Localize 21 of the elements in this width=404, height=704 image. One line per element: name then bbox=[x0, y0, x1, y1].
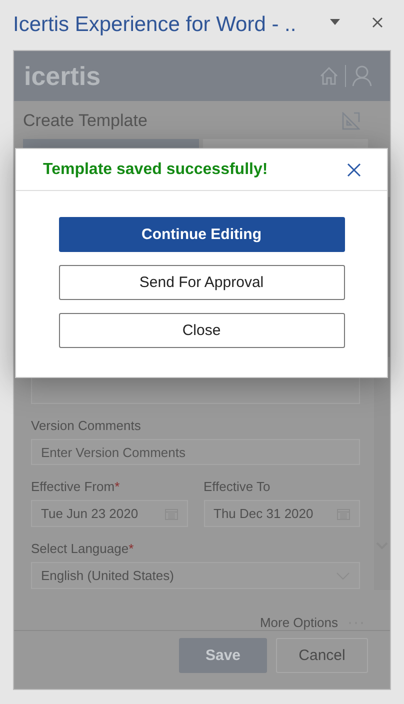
success-message: Template saved successfully! bbox=[43, 160, 268, 178]
dropdown-icon[interactable] bbox=[330, 19, 340, 25]
pane-title: Icertis Experience for Word - .. bbox=[13, 13, 298, 37]
dialog-button[interactable]: Send For Approval bbox=[58, 265, 344, 300]
field-label: Select Language* bbox=[31, 541, 135, 556]
more-options-link[interactable]: More Options bbox=[260, 615, 338, 630]
field-label: Version Comments bbox=[31, 418, 142, 433]
cancel-button[interactable]: Cancel bbox=[276, 638, 368, 672]
date-field[interactable]: Thu Dec 31 2020 bbox=[204, 500, 360, 527]
dialog-button[interactable]: Close bbox=[58, 313, 344, 348]
save-button[interactable]: Save bbox=[179, 638, 267, 672]
field-label: Effective To bbox=[204, 479, 272, 494]
close-icon[interactable] bbox=[347, 162, 361, 176]
input-field[interactable]: Enter Version Comments bbox=[31, 439, 360, 465]
language-dropdown[interactable]: English (United States) bbox=[31, 562, 360, 589]
dialog-button[interactable]: Continue Editing bbox=[58, 217, 344, 252]
close-icon[interactable] bbox=[372, 16, 383, 28]
page-title: Create Template bbox=[23, 110, 148, 131]
date-field[interactable]: Tue Jun 23 2020 bbox=[31, 500, 188, 527]
logo: icertis bbox=[24, 60, 102, 92]
field-label: Effective From* bbox=[31, 479, 121, 494]
